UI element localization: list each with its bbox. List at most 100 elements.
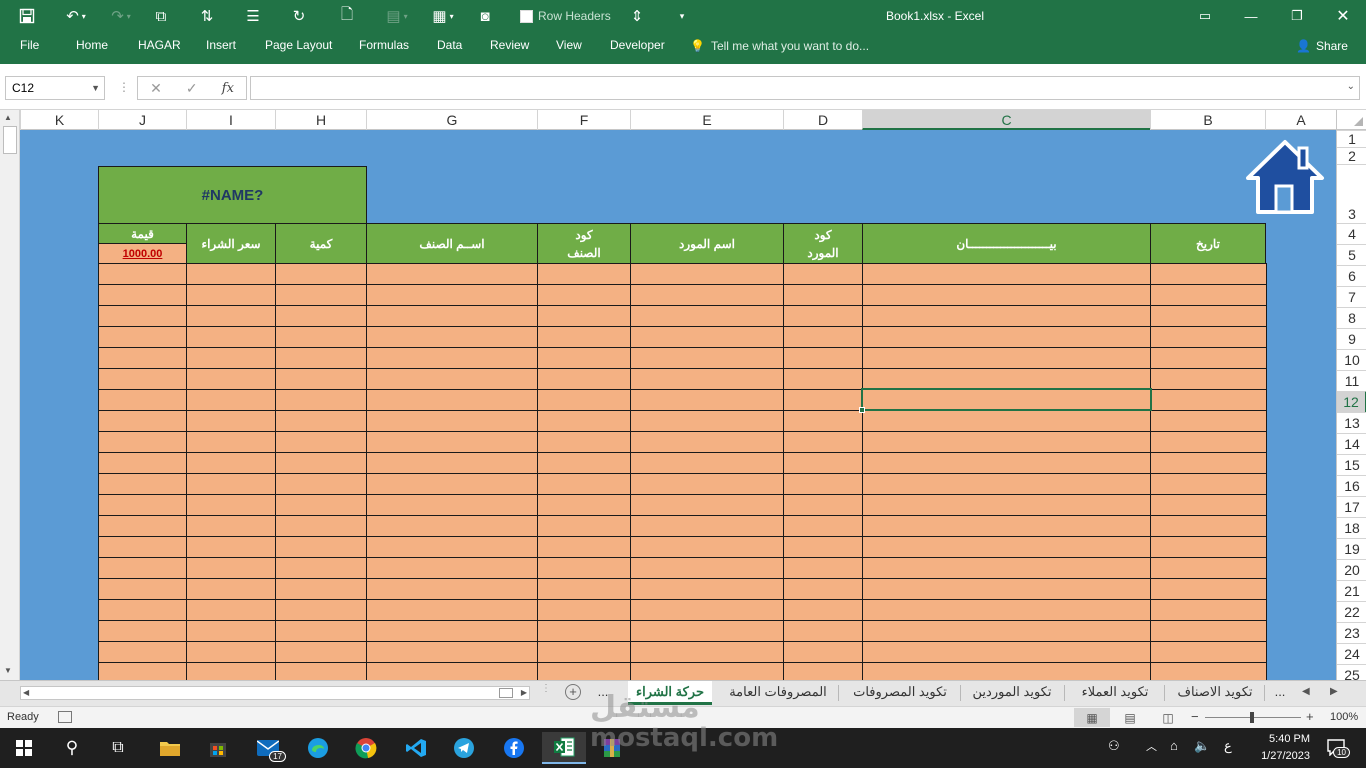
refresh-icon[interactable]: ↻ (286, 0, 312, 32)
table-cell[interactable] (98, 263, 187, 285)
table-cell[interactable] (1150, 473, 1267, 495)
network-icon[interactable]: ⌂ (1170, 738, 1178, 753)
table-cell[interactable] (275, 620, 367, 642)
table-cell[interactable] (1150, 263, 1267, 285)
table-cell[interactable] (186, 620, 276, 642)
tab-formulas[interactable]: Formulas (359, 32, 409, 60)
table-cell[interactable] (537, 536, 631, 558)
table-cell[interactable] (366, 662, 538, 680)
table-cell[interactable] (366, 452, 538, 474)
table-cell[interactable] (862, 473, 1151, 495)
table-cell[interactable] (862, 452, 1151, 474)
next-sheet-icon[interactable]: ▶ (1330, 686, 1338, 697)
vertical-scrollbar[interactable]: ▲ ▼ (0, 110, 20, 680)
table-cell[interactable] (537, 347, 631, 369)
table-cell[interactable] (862, 557, 1151, 579)
table-cell[interactable] (862, 326, 1151, 348)
start-icon[interactable] (2, 732, 46, 764)
table-cell[interactable] (186, 263, 276, 285)
row-headers-toggle[interactable]: Row Headers (520, 8, 611, 24)
tab-page-layout[interactable]: Page Layout (265, 32, 332, 60)
table-cell[interactable] (630, 620, 784, 642)
table-cell[interactable] (862, 494, 1151, 516)
table-cell[interactable] (630, 368, 784, 390)
table-cell[interactable] (783, 284, 863, 306)
table-cell[interactable] (275, 641, 367, 663)
document-icon[interactable]: 🗋 (334, 0, 360, 32)
add-sheet-icon[interactable]: + (565, 684, 581, 700)
row-header[interactable]: 4 (1337, 223, 1366, 244)
shape-icon[interactable]: ⧉ (148, 0, 174, 32)
header-supplier-code[interactable]: كود المورد (783, 223, 863, 264)
table-cell[interactable] (275, 326, 367, 348)
table-cell[interactable] (537, 641, 631, 663)
table-cell[interactable] (630, 473, 784, 495)
table-cell[interactable] (275, 389, 367, 411)
table-cell[interactable] (366, 389, 538, 411)
table-cell[interactable] (630, 410, 784, 432)
table-cell[interactable] (186, 305, 276, 327)
tell-me-search[interactable]: 💡 Tell me what you want to do... (690, 32, 869, 60)
table-cell[interactable] (630, 536, 784, 558)
row-header-selected[interactable]: 12 (1337, 391, 1366, 412)
close-icon[interactable]: ✕ (1320, 0, 1366, 32)
table-cell[interactable] (862, 662, 1151, 680)
table-cell[interactable] (98, 620, 187, 642)
customize-toolbar-icon[interactable]: ▾ (672, 0, 692, 32)
mail-icon[interactable]: 17 (246, 732, 290, 764)
table-cell[interactable] (366, 368, 538, 390)
row-header[interactable]: 22 (1337, 601, 1366, 622)
calculator-icon[interactable]: ▦ ▾ (426, 0, 460, 32)
ribbon-display-icon[interactable]: ▭ (1182, 0, 1228, 32)
table-cell[interactable] (783, 578, 863, 600)
row-header[interactable]: 9 (1337, 328, 1366, 349)
table-cell[interactable] (630, 515, 784, 537)
row-header[interactable]: 13 (1337, 412, 1366, 433)
table-cell[interactable] (783, 326, 863, 348)
table-cell[interactable] (98, 494, 187, 516)
table-cell[interactable] (275, 431, 367, 453)
table-cell[interactable] (1150, 326, 1267, 348)
sheet-tabs-more-right[interactable]: ... (1270, 681, 1290, 705)
row-header[interactable]: 14 (1337, 433, 1366, 454)
edge-icon[interactable] (296, 732, 340, 764)
horizontal-scrollbar[interactable]: ◀ ▶ (20, 686, 530, 700)
table-cell[interactable] (98, 431, 187, 453)
row-header[interactable]: 1 (1337, 130, 1366, 147)
scroll-left-icon[interactable]: ◀ (23, 687, 29, 699)
row-header[interactable]: 19 (1337, 538, 1366, 559)
sheet-tab-item-codes[interactable]: تكويد الاصناف (1170, 681, 1260, 705)
clock[interactable]: 5:40 PM 1/27/2023 (1240, 731, 1310, 765)
scroll-up-icon[interactable]: ▲ (4, 113, 12, 122)
tab-home[interactable]: Home (76, 32, 108, 60)
table-cell[interactable] (862, 263, 1151, 285)
table-cell[interactable] (537, 263, 631, 285)
column-header[interactable]: H (275, 110, 366, 130)
table-cell[interactable] (1150, 536, 1267, 558)
table-cell[interactable] (537, 599, 631, 621)
table-cell[interactable] (98, 515, 187, 537)
row-header[interactable]: 16 (1337, 475, 1366, 496)
table-cell[interactable] (186, 641, 276, 663)
tab-split-grip-icon[interactable]: ⋮ (541, 683, 551, 694)
column-header[interactable]: B (1150, 110, 1265, 130)
zoom-level[interactable]: 100% (1330, 711, 1358, 723)
table-cell[interactable] (630, 578, 784, 600)
table-cell[interactable] (862, 536, 1151, 558)
row-header[interactable]: 10 (1337, 349, 1366, 370)
table-cell[interactable] (275, 473, 367, 495)
table-cell[interactable] (783, 515, 863, 537)
table-cell[interactable] (1150, 557, 1267, 579)
table-cell[interactable] (275, 284, 367, 306)
header-quantity[interactable]: كمية (275, 223, 367, 264)
header-purchase-price[interactable]: سعر الشراء (186, 223, 276, 264)
table-cell[interactable] (783, 431, 863, 453)
header-supplier-name[interactable]: اسم المورد (630, 223, 784, 264)
select-all-corner[interactable] (1336, 110, 1366, 130)
camera-icon[interactable]: ◙ (472, 0, 498, 32)
table-cell[interactable] (275, 410, 367, 432)
header-statement[interactable]: بيـــــــــــــــــــــــان (862, 223, 1151, 264)
table-cell[interactable] (783, 263, 863, 285)
row-header[interactable]: 7 (1337, 286, 1366, 307)
column-header[interactable]: A (1265, 110, 1336, 130)
